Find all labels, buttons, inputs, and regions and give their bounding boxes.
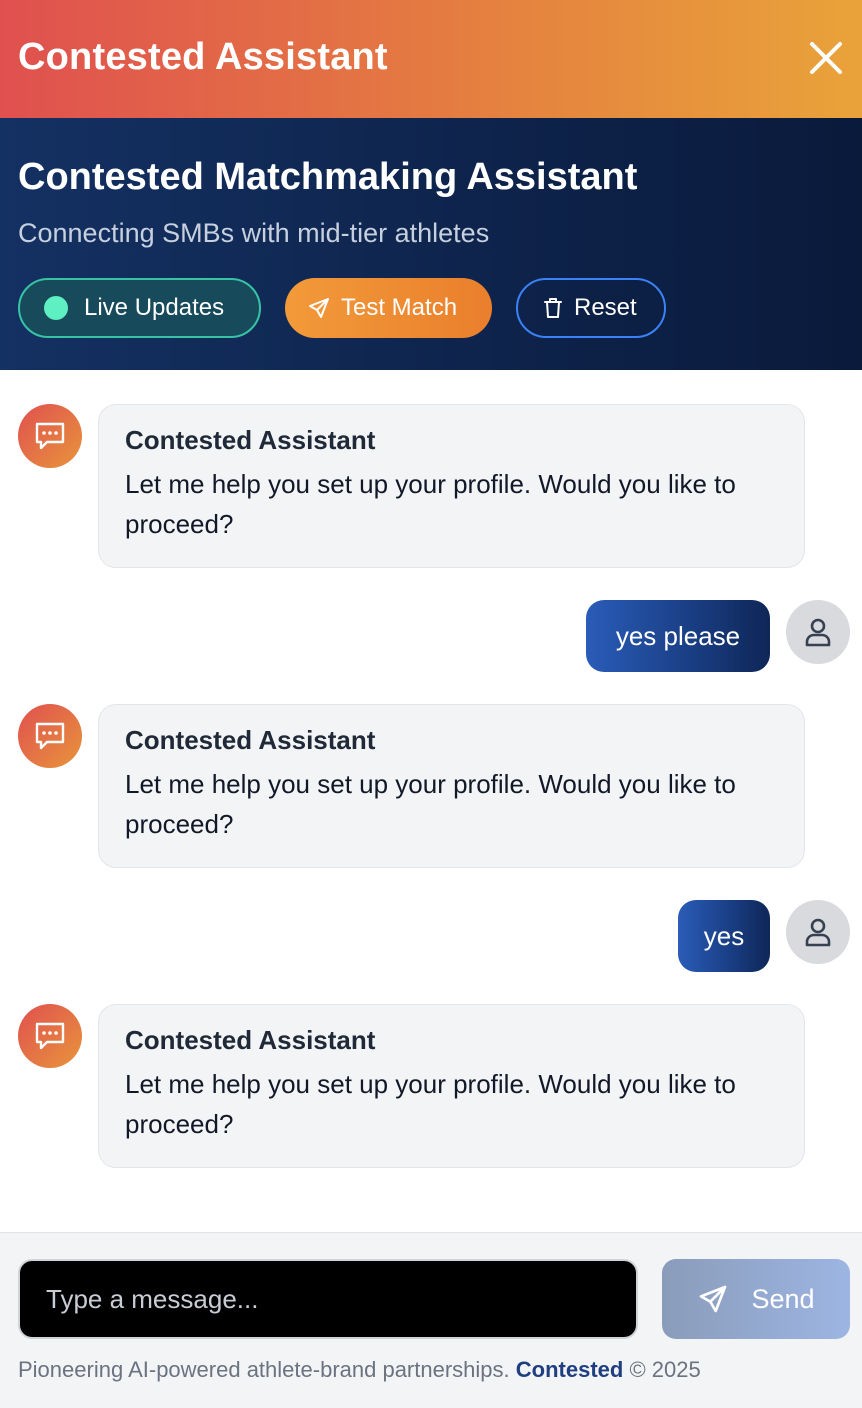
assistant-name: Contested Assistant bbox=[125, 1025, 376, 1055]
hero-title: Contested Matchmaking Assistant bbox=[18, 156, 638, 198]
live-updates-button[interactable]: Live Updates bbox=[18, 278, 261, 338]
hero-subtitle: Connecting SMBs with mid-tier athletes bbox=[18, 218, 490, 248]
test-match-label: Test Match bbox=[341, 294, 458, 321]
live-updates-label: Live Updates bbox=[84, 294, 225, 321]
send-button[interactable]: Send bbox=[662, 1259, 850, 1339]
live-status-dot bbox=[44, 296, 68, 320]
user-icon bbox=[805, 618, 831, 647]
close-button[interactable] bbox=[804, 36, 848, 80]
chat-bubble-icon bbox=[35, 1022, 65, 1050]
trash-icon bbox=[544, 298, 562, 318]
assistant-message: Contested Assistant Let me help you set … bbox=[98, 1004, 805, 1168]
send-icon bbox=[309, 298, 329, 318]
assistant-name: Contested Assistant bbox=[125, 725, 376, 755]
user-message-text: yes bbox=[703, 920, 745, 951]
assistant-message-text: Let me help you set up your profile. Wou… bbox=[125, 769, 736, 839]
send-label: Send bbox=[751, 1283, 815, 1314]
message-input[interactable] bbox=[18, 1259, 638, 1339]
user-message: yes bbox=[678, 900, 770, 972]
user-message: yes please bbox=[586, 600, 770, 672]
assistant-avatar bbox=[18, 404, 82, 468]
assistant-message-text: Let me help you set up your profile. Wou… bbox=[125, 1069, 736, 1139]
test-match-button[interactable]: Test Match bbox=[285, 278, 492, 338]
assistant-message: Contested Assistant Let me help you set … bbox=[98, 404, 805, 568]
hero-panel: Contested Matchmaking Assistant Connecti… bbox=[0, 118, 862, 370]
user-avatar bbox=[786, 900, 850, 964]
footer-copyright: © 2025 bbox=[629, 1357, 701, 1382]
chat-bubble-icon bbox=[35, 722, 65, 750]
footer-note: Pioneering AI-powered athlete-brand part… bbox=[18, 1357, 701, 1383]
assistant-message-text: Let me help you set up your profile. Wou… bbox=[125, 469, 736, 539]
composer-area: Send Pioneering AI-powered athlete-brand… bbox=[0, 1232, 862, 1408]
reset-label: Reset bbox=[574, 294, 637, 321]
footer-brand-link[interactable]: Contested bbox=[516, 1357, 624, 1382]
user-message-text: yes please bbox=[615, 620, 741, 651]
assistant-avatar bbox=[18, 1004, 82, 1068]
app-title: Contested Assistant bbox=[18, 36, 388, 78]
chat-messages: Contested Assistant Let me help you set … bbox=[0, 370, 862, 1232]
footer-tagline: Pioneering AI-powered athlete-brand part… bbox=[18, 1357, 510, 1382]
user-icon bbox=[805, 918, 831, 947]
chat-bubble-icon bbox=[35, 422, 65, 450]
assistant-avatar bbox=[18, 704, 82, 768]
reset-button[interactable]: Reset bbox=[516, 278, 666, 338]
user-avatar bbox=[786, 600, 850, 664]
send-icon bbox=[700, 1285, 727, 1313]
assistant-message: Contested Assistant Let me help you set … bbox=[98, 704, 805, 868]
header-bar: Contested Assistant bbox=[0, 0, 862, 118]
close-icon bbox=[810, 42, 842, 74]
assistant-name: Contested Assistant bbox=[125, 425, 376, 455]
